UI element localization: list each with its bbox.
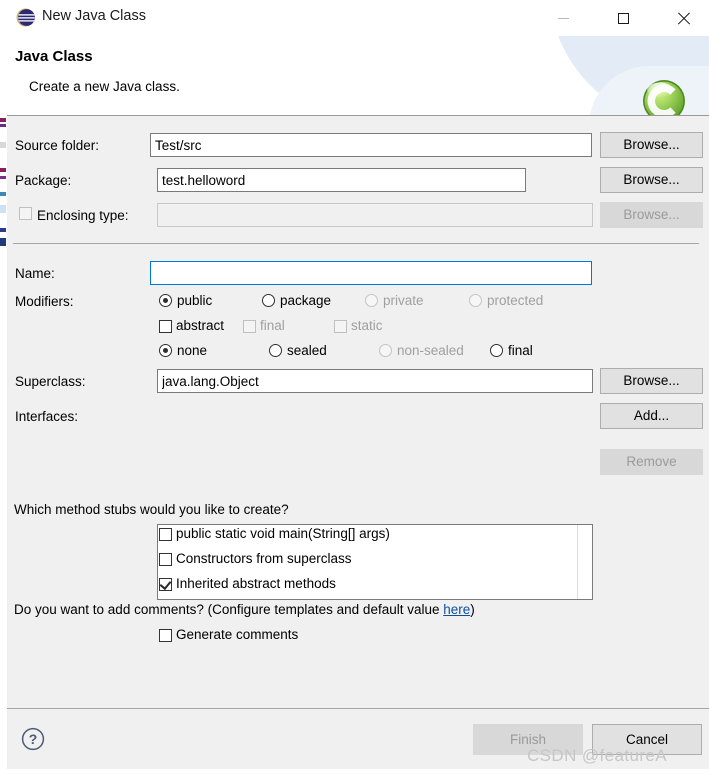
modifier-checkbox-abstract[interactable] <box>159 320 172 333</box>
interfaces-scroll-divider <box>577 525 578 599</box>
modifier-checkbox-static[interactable] <box>334 320 347 333</box>
stub-checkbox-inherited-abstract[interactable] <box>159 578 172 591</box>
close-icon <box>677 12 690 25</box>
title-bar[interactable]: New Java Class <box>7 0 709 36</box>
page-title: Java Class <box>15 48 93 65</box>
method-stubs-question: Which method stubs would you like to cre… <box>14 502 289 517</box>
edge-artifact <box>0 118 6 122</box>
superclass-label: Superclass: <box>15 374 86 389</box>
new-java-class-dialog: New Java Class Java Class Create a new J… <box>0 0 709 774</box>
configure-templates-link[interactable]: here <box>443 602 470 617</box>
edge-artifact <box>0 192 6 196</box>
sealed-label-non-sealed: non-sealed <box>397 343 464 358</box>
name-label: Name: <box>15 266 55 281</box>
superclass-input[interactable] <box>157 369 593 393</box>
enclosing-type-input[interactable] <box>157 203 593 227</box>
svg-text:?: ? <box>29 731 38 747</box>
help-icon[interactable]: ? <box>21 727 45 751</box>
name-input[interactable] <box>150 261 592 285</box>
edge-artifact <box>0 124 6 127</box>
comments-question: Do you want to add comments? (Configure … <box>14 602 475 617</box>
modifier-radio-protected[interactable] <box>469 294 482 307</box>
modifier-label-final: final <box>260 318 285 333</box>
generate-comments-checkbox[interactable] <box>159 629 172 642</box>
sealed-radio-non-sealed[interactable] <box>379 344 392 357</box>
edge-artifact <box>0 205 6 213</box>
sealed-label-sealed: sealed <box>287 343 327 358</box>
window-title: New Java Class <box>42 8 146 24</box>
stub-label-main: public static void main(String[] args) <box>176 526 390 541</box>
java-class-icon <box>643 80 685 115</box>
generate-comments-label: Generate comments <box>176 627 299 642</box>
modifier-checkbox-final[interactable] <box>243 320 256 333</box>
source-folder-input[interactable] <box>150 133 592 157</box>
edge-artifact <box>0 168 6 172</box>
sealed-radio-sealed[interactable] <box>269 344 282 357</box>
modifier-label-private: private <box>383 293 424 308</box>
stub-checkbox-main[interactable] <box>159 528 172 541</box>
sealed-label-final: final <box>508 343 533 358</box>
superclass-browse-button[interactable]: Browse... <box>600 368 703 394</box>
section-separator-1 <box>13 243 699 244</box>
dialog-footer: ? Finish Cancel <box>7 709 709 774</box>
minimize-icon <box>557 17 569 19</box>
window-bottom-edge <box>0 769 709 774</box>
window-left-edge <box>0 0 7 774</box>
edge-artifact <box>0 142 6 148</box>
stub-label-inherited-abstract: Inherited abstract methods <box>176 576 336 591</box>
modifier-label-package: package <box>280 293 332 308</box>
sealed-radio-final[interactable] <box>490 344 503 357</box>
edge-artifact <box>0 176 6 179</box>
maximize-button[interactable] <box>600 0 646 36</box>
modifier-radio-private[interactable] <box>365 294 378 307</box>
edge-artifact <box>0 238 6 246</box>
sealed-label-none: none <box>177 343 208 358</box>
interfaces-add-button[interactable]: Add... <box>600 403 703 429</box>
page-description: Create a new Java class. <box>29 79 180 94</box>
enclosing-type-browse-button[interactable]: Browse... <box>600 202 703 228</box>
stub-checkbox-constructors[interactable] <box>159 553 172 566</box>
wizard-header: Java Class Create a new Java class. <box>7 36 709 115</box>
interfaces-label: Interfaces: <box>15 409 79 424</box>
modifier-label-public: public <box>177 293 213 308</box>
modifier-label-abstract: abstract <box>176 318 225 333</box>
modifiers-label: Modifiers: <box>15 294 74 309</box>
minimize-button[interactable] <box>540 0 586 36</box>
modifier-label-static: static <box>351 318 383 333</box>
close-button[interactable] <box>660 0 706 36</box>
interfaces-remove-button[interactable]: Remove <box>600 449 703 475</box>
dialog-body: Source folder: Browse... Package: Browse… <box>7 116 709 708</box>
comments-question-prefix: Do you want to add comments? (Configure … <box>14 602 444 617</box>
maximize-icon <box>617 12 629 24</box>
modifier-radio-public[interactable] <box>159 294 172 307</box>
modifier-label-protected: protected <box>487 293 544 308</box>
package-browse-button[interactable]: Browse... <box>600 167 703 193</box>
comments-question-suffix: ) <box>470 602 475 617</box>
eclipse-logo-icon <box>16 8 35 27</box>
source-folder-label: Source folder: <box>15 138 100 153</box>
package-label: Package: <box>15 173 72 188</box>
edge-artifact <box>0 228 6 232</box>
source-folder-browse-button[interactable]: Browse... <box>600 132 703 158</box>
modifier-radio-package[interactable] <box>262 294 275 307</box>
cancel-button[interactable]: Cancel <box>592 724 702 755</box>
enclosing-type-checkbox[interactable] <box>19 207 32 220</box>
finish-button[interactable]: Finish <box>473 724 583 755</box>
enclosing-type-label: Enclosing type: <box>37 208 129 223</box>
package-input[interactable] <box>157 168 526 192</box>
sealed-radio-none[interactable] <box>159 344 172 357</box>
stub-label-constructors: Constructors from superclass <box>176 551 352 566</box>
